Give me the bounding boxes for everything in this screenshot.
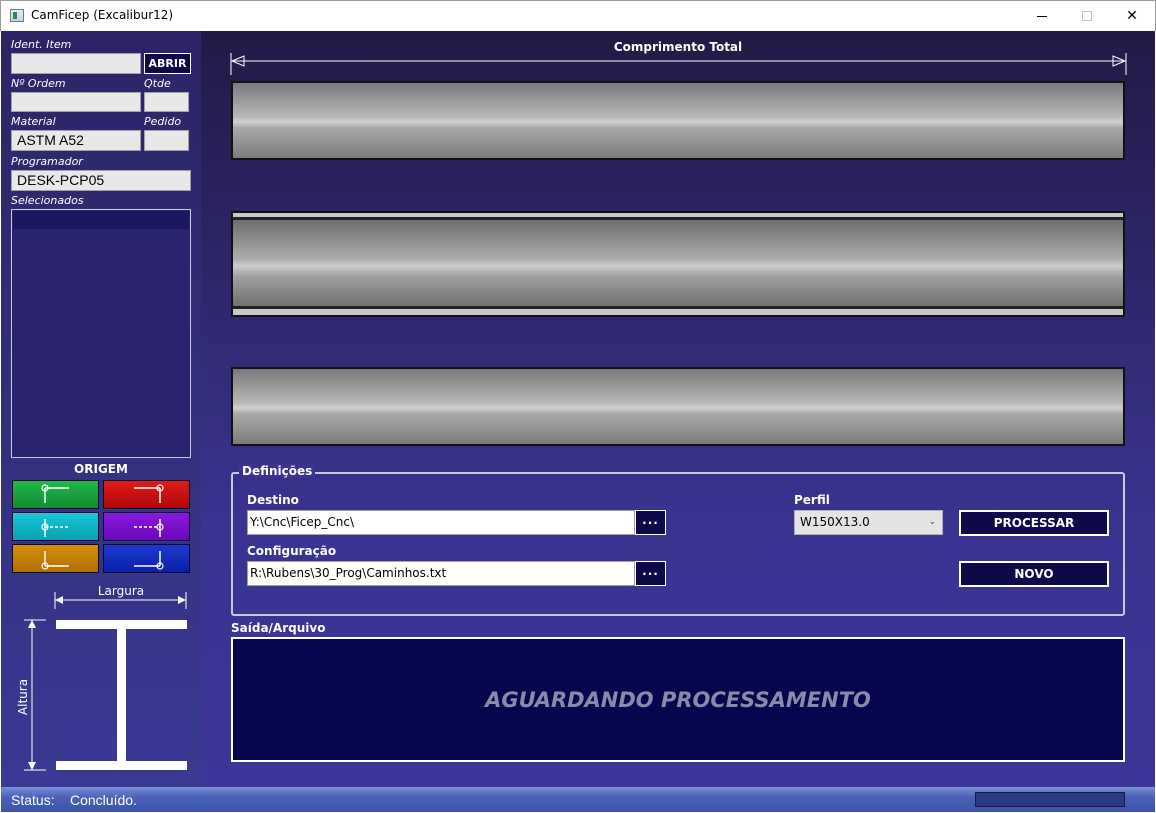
origem-bottom-left-button[interactable]	[12, 544, 99, 573]
ordem-label: Nº Ordem	[11, 77, 66, 90]
destino-input[interactable]: Y:\Cnc\Ficep_Cnc\	[247, 510, 635, 535]
origin-middle-left-icon	[41, 519, 69, 537]
progress-bar	[975, 792, 1125, 807]
origem-top-right-button[interactable]	[103, 480, 190, 509]
material-label: Material	[11, 115, 56, 128]
perfil-label: Perfil	[794, 493, 830, 507]
pedido-input[interactable]	[144, 130, 189, 151]
app-icon	[10, 9, 24, 22]
perfil-select-value: W150X13.0	[800, 515, 870, 529]
programador-input[interactable]: DESK-PCP05	[11, 170, 191, 191]
configuracao-input[interactable]: R:\Rubens\30_Prog\Caminhos.txt	[247, 561, 635, 586]
origem-middle-left-button[interactable]	[12, 512, 99, 541]
qtde-input[interactable]	[144, 92, 189, 112]
processar-button[interactable]: PROCESSAR	[959, 510, 1109, 536]
origin-bottom-left-icon	[41, 551, 69, 570]
maximize-button[interactable]	[1064, 1, 1110, 31]
novo-button[interactable]: NOVO	[959, 561, 1109, 587]
beam-view-top	[231, 81, 1125, 160]
programador-label: Programador	[11, 155, 83, 168]
status-value: Concluído.	[70, 792, 137, 808]
beam-view-side	[231, 211, 1125, 317]
configuracao-label: Configuração	[247, 544, 337, 558]
origem-bottom-right-button[interactable]	[103, 544, 190, 573]
qtde-label: Qtde	[144, 77, 171, 90]
selecionados-label: Selecionados	[11, 194, 84, 207]
definicoes-legend: Definições	[239, 464, 316, 478]
largura-label: Largura	[98, 584, 144, 598]
origem-top-left-button[interactable]	[12, 480, 99, 509]
origin-middle-right-icon	[134, 519, 164, 537]
destino-label: Destino	[247, 493, 299, 507]
status-label: Status:	[11, 792, 55, 808]
window-title: CamFicep (Excalibur12)	[31, 8, 174, 22]
status-bar: Status: Concluído.	[1, 787, 1155, 812]
ordem-input[interactable]	[11, 92, 141, 112]
origin-top-right-icon	[134, 484, 164, 503]
configuracao-browse-button[interactable]: ...	[635, 561, 666, 586]
ident-item-input[interactable]	[11, 53, 141, 74]
maximize-icon	[1082, 11, 1092, 21]
selecionados-list[interactable]	[11, 209, 191, 458]
altura-label: Altura	[16, 679, 30, 715]
origem-title: ORIGEM	[74, 462, 128, 476]
origin-bottom-right-icon	[134, 551, 164, 570]
destino-browse-button[interactable]: ...	[635, 510, 666, 535]
minimize-button[interactable]	[1019, 1, 1065, 31]
ident-item-label: Ident. Item	[11, 38, 72, 51]
material-input[interactable]: ASTM A52	[11, 130, 141, 151]
minimize-icon	[1037, 15, 1047, 17]
pedido-label: Pedido	[144, 115, 182, 128]
output-status-text: AGUARDANDO PROCESSAMENTO	[485, 687, 871, 712]
title-bar: CamFicep (Excalibur12) ✕	[0, 0, 1156, 31]
chevron-down-icon: ⌄	[928, 517, 936, 527]
saida-arquivo-label: Saída/Arquivo	[231, 621, 326, 635]
close-button[interactable]: ✕	[1109, 1, 1155, 31]
left-panel: Ident. Item ABRIR Nº Ordem Qtde Material…	[1, 31, 201, 787]
i-beam-diagram: Largura Altura	[16, 584, 187, 771]
perfil-select[interactable]: W150X13.0 ⌄	[794, 510, 943, 535]
comprimento-dimension-arrow	[230, 53, 1127, 75]
abrir-button[interactable]: ABRIR	[144, 53, 191, 74]
definicoes-group: Definições Destino Y:\Cnc\Ficep_Cnc\ ...…	[231, 464, 1125, 616]
origem-middle-right-button[interactable]	[103, 512, 190, 541]
main-panel: Comprimento Total Definições Destino Y:\…	[201, 31, 1155, 787]
list-selected-row[interactable]	[13, 211, 189, 229]
origin-top-left-icon	[41, 484, 69, 503]
close-icon: ✕	[1126, 8, 1138, 24]
output-box: AGUARDANDO PROCESSAMENTO	[231, 637, 1125, 762]
beam-view-bottom	[231, 367, 1125, 446]
